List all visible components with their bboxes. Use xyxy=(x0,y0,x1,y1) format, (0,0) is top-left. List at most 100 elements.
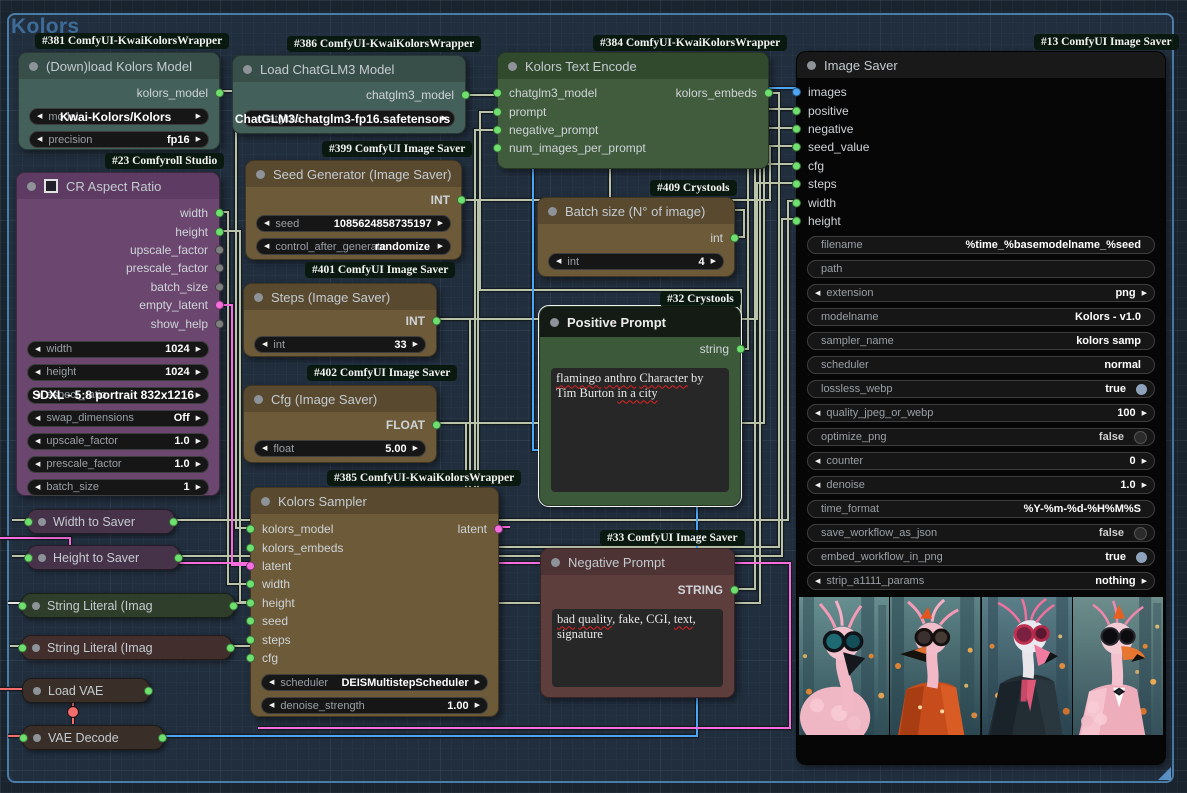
embed-workflow-in-png-toggle-widget[interactable]: embed_workflow_in_pngtrue xyxy=(807,548,1155,566)
input-slot-width[interactable]: width xyxy=(251,575,498,593)
decrement-arrow-icon[interactable]: ◀ xyxy=(815,458,820,465)
output-slot-prescale-factor[interactable]: prescale_factor xyxy=(17,259,219,277)
decrement-arrow-icon[interactable]: ◀ xyxy=(35,438,40,445)
increment-arrow-icon[interactable]: ▶ xyxy=(1142,482,1147,489)
model-combo-widget[interactable]: ◀ model Kwai-Kolors/Kolors ▶ xyxy=(29,108,209,125)
output-slot-show-help[interactable]: show_help xyxy=(17,314,219,332)
increment-arrow-icon[interactable]: ▶ xyxy=(1142,290,1147,297)
increment-arrow-icon[interactable]: ▶ xyxy=(438,220,443,227)
node-header[interactable]: Batch size (N° of image) xyxy=(538,198,734,224)
input-dot[interactable] xyxy=(24,517,33,526)
output-dot[interactable] xyxy=(764,89,773,98)
input-slot-chatglm3-model[interactable]: chatglm3_model xyxy=(498,84,633,102)
input-dot[interactable] xyxy=(792,198,801,207)
input-dot[interactable] xyxy=(792,106,801,115)
scheduler-text-widget[interactable]: schedulernormal xyxy=(807,356,1155,374)
decrement-arrow-icon[interactable]: ◀ xyxy=(269,702,274,709)
int-number-widget[interactable]: ◀int4▶ xyxy=(548,253,724,270)
input-dot[interactable] xyxy=(246,598,255,607)
output-dot[interactable] xyxy=(730,234,739,243)
output-dot[interactable] xyxy=(494,525,503,534)
decrement-arrow-icon[interactable]: ◀ xyxy=(35,415,40,422)
output-dot[interactable] xyxy=(432,421,441,430)
increment-arrow-icon[interactable]: ▶ xyxy=(196,369,201,376)
output-slot-string[interactable]: string xyxy=(540,340,740,358)
denoise-number-widget[interactable]: ◀denoise1.0▶ xyxy=(807,476,1155,494)
decrement-arrow-icon[interactable]: ◀ xyxy=(37,113,42,120)
input-slot-seed-value[interactable]: seed_value xyxy=(797,138,1165,156)
decrement-arrow-icon[interactable]: ◀ xyxy=(262,445,267,452)
input-dot[interactable] xyxy=(246,635,255,644)
output-dot[interactable] xyxy=(215,319,224,328)
output-dot[interactable] xyxy=(457,196,466,205)
input-dot[interactable] xyxy=(18,643,27,652)
output-dot[interactable] xyxy=(215,282,224,291)
input-dot[interactable] xyxy=(792,180,801,189)
input-dot[interactable] xyxy=(24,553,33,562)
output-dot[interactable] xyxy=(215,89,224,98)
output-slot-latent[interactable]: latent xyxy=(375,520,499,538)
node-header[interactable]: Kolors Text Encode xyxy=(498,53,768,79)
counter-number-widget[interactable]: ◀counter0▶ xyxy=(807,452,1155,470)
output-dot[interactable] xyxy=(144,686,153,695)
node-header[interactable]: Image Saver xyxy=(797,52,1165,78)
output-slot-upscale-factor[interactable]: upscale_factor xyxy=(17,241,219,259)
decrement-arrow-icon[interactable]: ◀ xyxy=(35,346,40,353)
output-dot[interactable] xyxy=(174,553,183,562)
input-slot-negative-prompt[interactable]: negative_prompt xyxy=(498,121,768,139)
output-slot-kolors-embeds[interactable]: kolors_embeds xyxy=(633,84,768,102)
increment-arrow-icon[interactable]: ▶ xyxy=(196,484,201,491)
output-slot-int[interactable]: INT xyxy=(244,312,436,330)
decrement-arrow-icon[interactable]: ◀ xyxy=(815,578,820,585)
decrement-arrow-icon[interactable]: ◀ xyxy=(264,220,269,227)
prescale-factor-number-widget[interactable]: ◀prescale_factor1.0▶ xyxy=(27,456,209,473)
node-string-literal-positive[interactable]: String Literal (Imag xyxy=(21,593,235,618)
decrement-arrow-icon[interactable]: ◀ xyxy=(35,461,40,468)
input-slot-width[interactable]: width xyxy=(797,193,1165,211)
extension-combo-widget[interactable]: ◀extensionpng▶ xyxy=(807,284,1155,302)
input-dot[interactable] xyxy=(493,144,502,153)
increment-arrow-icon[interactable]: ▶ xyxy=(196,461,201,468)
input-slot-seed[interactable]: seed xyxy=(251,612,498,630)
height-number-widget[interactable]: ◀height1024▶ xyxy=(27,364,209,381)
denoise-strength-number-widget[interactable]: ◀denoise_strength1.00▶ xyxy=(261,697,488,714)
increment-arrow-icon[interactable]: ▶ xyxy=(196,346,201,353)
node-vae-decode[interactable]: VAE Decode xyxy=(22,725,164,750)
increment-arrow-icon[interactable]: ▶ xyxy=(196,415,201,422)
input-slot-cfg[interactable]: cfg xyxy=(251,649,498,667)
output-slot-width[interactable]: width xyxy=(17,204,219,222)
decrement-arrow-icon[interactable]: ◀ xyxy=(269,679,274,686)
decrement-arrow-icon[interactable]: ◀ xyxy=(35,484,40,491)
node-load-chatglm3-model[interactable]: Load ChatGLM3 Model chatglm3_model chatg… xyxy=(232,55,466,134)
input-dot[interactable] xyxy=(246,561,255,570)
precision-combo-widget[interactable]: ◀ precision fp16 ▶ xyxy=(29,131,209,148)
increment-arrow-icon[interactable]: ▶ xyxy=(196,113,201,120)
input-dot[interactable] xyxy=(792,124,801,133)
input-slot-images[interactable]: images xyxy=(797,83,1165,101)
node-header[interactable]: Seed Generator (Image Saver) xyxy=(246,161,461,187)
output-slot-string[interactable]: STRING xyxy=(541,581,734,599)
node-download-kolors-model[interactable]: (Down)load Kolors Model kolors_model ◀ m… xyxy=(18,52,220,150)
swap-dimensions-combo-widget[interactable]: ◀swap_dimensionsOff▶ xyxy=(27,410,209,427)
node-kolors-sampler[interactable]: Kolors Sampler kolors_model latent kolor… xyxy=(250,487,499,717)
output-dot[interactable] xyxy=(736,345,745,354)
input-slot-negative[interactable]: negative xyxy=(797,120,1165,138)
quality-jpeg-or-webp-number-widget[interactable]: ◀quality_jpeg_or_webp100▶ xyxy=(807,404,1155,422)
increment-arrow-icon[interactable]: ▶ xyxy=(196,438,201,445)
filename-text-widget[interactable]: filename%time_%basemodelname_%seed xyxy=(807,236,1155,254)
node-cfg[interactable]: Cfg (Image Saver) FLOAT ◀float5.00▶ xyxy=(243,385,437,463)
increment-arrow-icon[interactable]: ▶ xyxy=(475,702,480,709)
increment-arrow-icon[interactable]: ▶ xyxy=(196,136,201,143)
node-width-to-saver[interactable]: Width to Saver xyxy=(27,509,175,534)
decrement-arrow-icon[interactable]: ◀ xyxy=(264,243,269,250)
input-slot-num-images-per-prompt[interactable]: num_images_per_prompt xyxy=(498,139,768,157)
node-image-saver[interactable]: Image Saver images positive negative see… xyxy=(796,51,1166,765)
node-steps[interactable]: Steps (Image Saver) INT ◀int33▶ xyxy=(243,283,437,357)
input-slot-kolors-embeds[interactable]: kolors_embeds xyxy=(251,538,498,556)
input-dot[interactable] xyxy=(246,580,255,589)
node-header[interactable]: Negative Prompt xyxy=(541,549,734,575)
float-number-widget[interactable]: ◀float5.00▶ xyxy=(254,440,426,457)
output-dot[interactable] xyxy=(432,317,441,326)
collapse-box-icon[interactable] xyxy=(44,179,58,193)
output-dot[interactable] xyxy=(215,209,224,218)
